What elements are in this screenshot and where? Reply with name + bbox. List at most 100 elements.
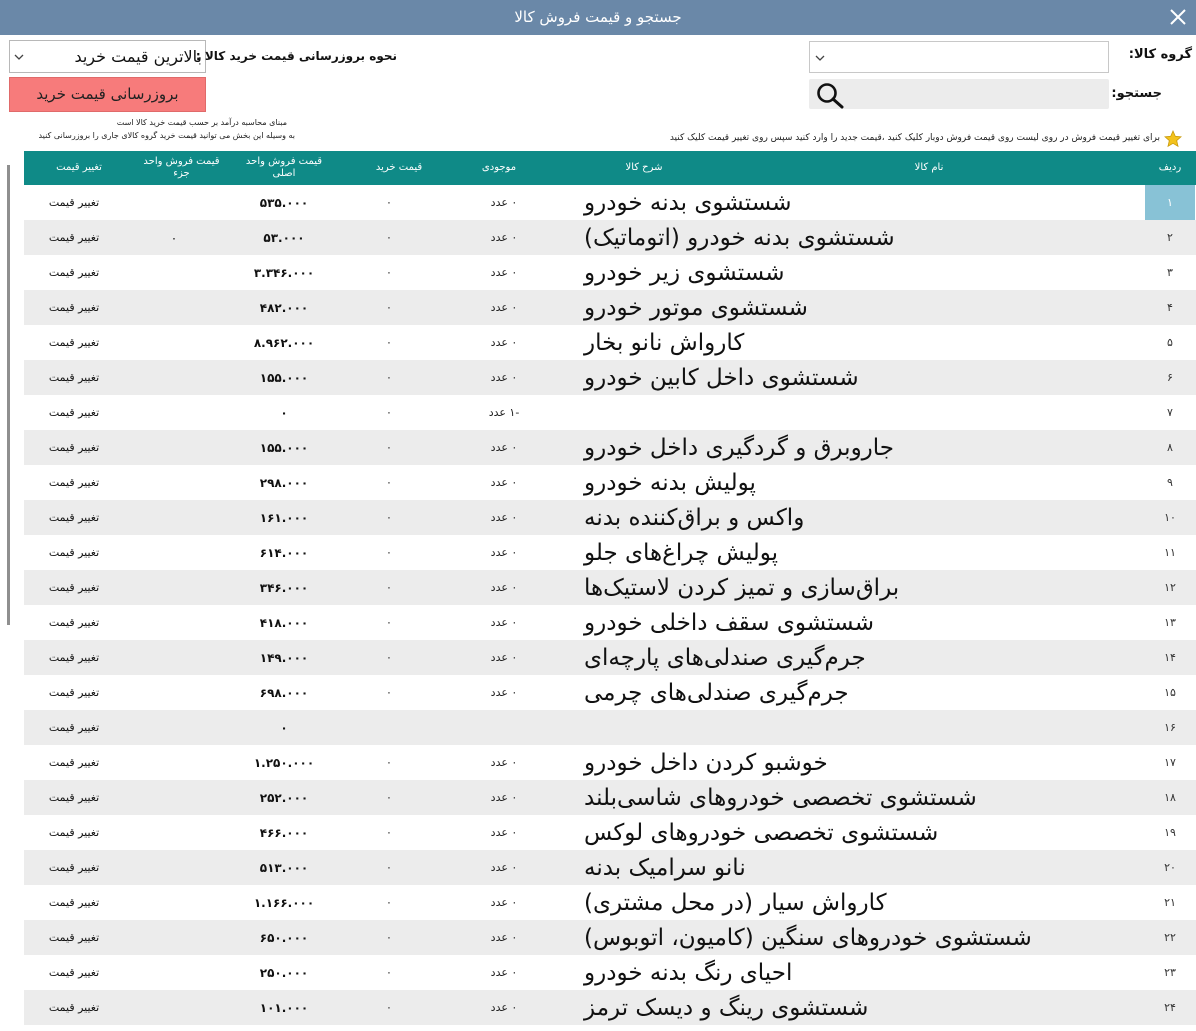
- part-price-cell[interactable]: [124, 605, 224, 640]
- change-price-button[interactable]: تغییر قیمت: [24, 745, 124, 780]
- scrollbar[interactable]: [7, 165, 10, 625]
- sell-price-cell[interactable]: ۲۵۲.۰۰۰: [229, 780, 339, 815]
- table-row[interactable]: ۲۱ کارواش سیار (در محل مشتری) ۰ عدد ۰ ۱.۱۶۶.…: [24, 885, 1196, 920]
- change-price-button[interactable]: تغییر قیمت: [24, 920, 124, 955]
- change-price-button[interactable]: تغییر قیمت: [24, 465, 124, 500]
- part-price-cell[interactable]: [124, 990, 224, 1025]
- table-row[interactable]: ۲۳ احیای رنگ بدنه خودرو ۰ عدد ۰ ۲۵۰.۰۰۰ تغییر…: [24, 955, 1196, 990]
- part-price-cell[interactable]: [124, 185, 224, 220]
- part-price-cell[interactable]: [124, 500, 224, 535]
- sell-price-cell[interactable]: ۱.۲۵۰.۰۰۰: [229, 745, 339, 780]
- sell-price-cell[interactable]: ۴۸۲.۰۰۰: [229, 290, 339, 325]
- part-price-cell[interactable]: ۰: [124, 220, 224, 255]
- table-row[interactable]: ۱۴ جرم‌گیری صندلی‌های پارچه‌ای ۰ عدد ۰ ۱۴۹.۰…: [24, 640, 1196, 675]
- change-price-button[interactable]: تغییر قیمت: [24, 675, 124, 710]
- table-row[interactable]: ۱۲ براق‌سازی و تمیز کردن لاستیک‌ها ۰ عدد ۰ ۳…: [24, 570, 1196, 605]
- table-row[interactable]: ۲۲ شستشوی خودروهای سنگین (کامیون، اتوبوس)…: [24, 920, 1196, 955]
- change-price-button[interactable]: تغییر قیمت: [24, 535, 124, 570]
- table-row[interactable]: ۱۷ خوشبو کردن داخل خودرو ۰ عدد ۰ ۱.۲۵۰.۰۰۰ تغ…: [24, 745, 1196, 780]
- table-row[interactable]: ۵ کارواش نانو بخار ۰ عدد ۰ ۸.۹۶۲.۰۰۰ تغییر قی…: [24, 325, 1196, 360]
- table-row[interactable]: ۲۰ نانو سرامیک بدنه ۰ عدد ۰ ۵۱۳.۰۰۰ تغییر قیم…: [24, 850, 1196, 885]
- table-row[interactable]: ۱۶ ۰ تغییر قیمت: [24, 710, 1196, 745]
- header-index[interactable]: ردیف: [1145, 151, 1195, 185]
- change-price-button[interactable]: تغییر قیمت: [24, 290, 124, 325]
- part-price-cell[interactable]: [124, 570, 224, 605]
- part-price-cell[interactable]: [124, 885, 224, 920]
- sell-price-cell[interactable]: ۱۵۵.۰۰۰: [229, 430, 339, 465]
- sell-price-cell[interactable]: ۶۵۰.۰۰۰: [229, 920, 339, 955]
- part-price-cell[interactable]: [124, 535, 224, 570]
- change-price-button[interactable]: تغییر قیمت: [24, 255, 124, 290]
- header-part-price[interactable]: قیمت فروش واحد جزء: [139, 151, 224, 185]
- sell-price-cell[interactable]: ۴۱۸.۰۰۰: [229, 605, 339, 640]
- part-price-cell[interactable]: [124, 290, 224, 325]
- sell-price-cell[interactable]: ۰: [229, 395, 339, 430]
- table-row[interactable]: ۹ پولیش بدنه خودرو ۰ عدد ۰ ۲۹۸.۰۰۰ تغییر قیمت: [24, 465, 1196, 500]
- table-row[interactable]: ۲ شستشوی بدنه خودرو (اتوماتیک) ۰ عدد ۰ ۵۳.۰۰…: [24, 220, 1196, 255]
- part-price-cell[interactable]: [124, 325, 224, 360]
- change-price-button[interactable]: تغییر قیمت: [24, 570, 124, 605]
- table-row[interactable]: ۸ جاروبرق و گردگیری داخل خودرو ۰ عدد ۰ ۱۵۵.۰…: [24, 430, 1196, 465]
- sell-price-cell[interactable]: ۶۱۴.۰۰۰: [229, 535, 339, 570]
- part-price-cell[interactable]: [124, 465, 224, 500]
- close-icon[interactable]: [1166, 5, 1190, 29]
- change-price-button[interactable]: تغییر قیمت: [24, 955, 124, 990]
- change-price-button[interactable]: تغییر قیمت: [24, 185, 124, 220]
- change-price-button[interactable]: تغییر قیمت: [24, 885, 124, 920]
- part-price-cell[interactable]: [124, 675, 224, 710]
- table-row[interactable]: ۳ شستشوی زیر خودرو ۰ عدد ۰ ۳.۳۴۶.۰۰۰ تغییر قی…: [24, 255, 1196, 290]
- table-row[interactable]: ۱ شستشوی بدنه خودرو ۰ عدد ۰ ۵۳۵.۰۰۰ تغییر قیم…: [24, 185, 1196, 220]
- part-price-cell[interactable]: [124, 255, 224, 290]
- part-price-cell[interactable]: [124, 850, 224, 885]
- table-row[interactable]: ۱۰ واکس و براق‌کننده بدنه ۰ عدد ۰ ۱۶۱.۰۰۰ تغی…: [24, 500, 1196, 535]
- part-price-cell[interactable]: [124, 920, 224, 955]
- part-price-cell[interactable]: [124, 815, 224, 850]
- sell-price-cell[interactable]: ۳.۳۴۶.۰۰۰: [229, 255, 339, 290]
- sell-price-cell[interactable]: ۵۳.۰۰۰: [229, 220, 339, 255]
- change-price-button[interactable]: تغییر قیمت: [24, 220, 124, 255]
- change-price-button[interactable]: تغییر قیمت: [24, 710, 124, 745]
- table-row[interactable]: ۶ شستشوی داخل کابین خودرو ۰ عدد ۰ ۱۵۵.۰۰۰ تغی…: [24, 360, 1196, 395]
- change-price-button[interactable]: تغییر قیمت: [24, 780, 124, 815]
- sell-price-cell[interactable]: ۲۹۸.۰۰۰: [229, 465, 339, 500]
- part-price-cell[interactable]: [124, 780, 224, 815]
- change-price-button[interactable]: تغییر قیمت: [24, 850, 124, 885]
- sell-price-cell[interactable]: ۶۹۸.۰۰۰: [229, 675, 339, 710]
- sell-price-cell[interactable]: ۱۰۱.۰۰۰: [229, 990, 339, 1025]
- product-group-select[interactable]: [809, 41, 1109, 73]
- update-method-select[interactable]: بالاترین قیمت خرید: [9, 40, 206, 73]
- part-price-cell[interactable]: [124, 395, 224, 430]
- change-price-button[interactable]: تغییر قیمت: [24, 395, 124, 430]
- sell-price-cell[interactable]: ۲۵۰.۰۰۰: [229, 955, 339, 990]
- sell-price-cell[interactable]: ۱.۱۶۶.۰۰۰: [229, 885, 339, 920]
- part-price-cell[interactable]: [124, 640, 224, 675]
- sell-price-cell[interactable]: ۴۶۶.۰۰۰: [229, 815, 339, 850]
- header-stock[interactable]: موجودی: [454, 151, 544, 185]
- header-desc[interactable]: شرح کالا: [584, 151, 704, 185]
- change-price-button[interactable]: تغییر قیمت: [24, 640, 124, 675]
- part-price-cell[interactable]: [124, 430, 224, 465]
- sell-price-cell[interactable]: ۵۳۵.۰۰۰: [229, 185, 339, 220]
- part-price-cell[interactable]: [124, 710, 224, 745]
- change-price-button[interactable]: تغییر قیمت: [24, 500, 124, 535]
- change-price-button[interactable]: تغییر قیمت: [24, 990, 124, 1025]
- change-price-button[interactable]: تغییر قیمت: [24, 815, 124, 850]
- table-row[interactable]: ۱۳ شستشوی سقف داخلی خودرو ۰ عدد ۰ ۴۱۸.۰۰۰ تغی…: [24, 605, 1196, 640]
- table-row[interactable]: ۱۵ جرم‌گیری صندلی‌های چرمی ۰ عدد ۰ ۶۹۸.۰۰۰ تغ…: [24, 675, 1196, 710]
- table-row[interactable]: ۷ -۱ عدد ۰ ۰ تغییر قیمت: [24, 395, 1196, 430]
- sell-price-cell[interactable]: ۵۱۳.۰۰۰: [229, 850, 339, 885]
- sell-price-cell[interactable]: ۸.۹۶۲.۰۰۰: [229, 325, 339, 360]
- sell-price-cell[interactable]: ۳۴۶.۰۰۰: [229, 570, 339, 605]
- table-row[interactable]: ۲۴ شستشوی رینگ و دیسک ترمز ۰ عدد ۰ ۱۰۱.۰۰۰ تغ…: [24, 990, 1196, 1025]
- sell-price-cell[interactable]: ۱۴۹.۰۰۰: [229, 640, 339, 675]
- table-row[interactable]: ۴ شستشوی موتور خودرو ۰ عدد ۰ ۴۸۲.۰۰۰ تغییر قی…: [24, 290, 1196, 325]
- change-price-button[interactable]: تغییر قیمت: [24, 605, 124, 640]
- header-sell-price[interactable]: قیمت فروش واحد اصلی: [239, 151, 329, 185]
- header-buy-price[interactable]: قیمت خرید: [349, 151, 449, 185]
- change-price-button[interactable]: تغییر قیمت: [24, 430, 124, 465]
- change-price-button[interactable]: تغییر قیمت: [24, 360, 124, 395]
- sell-price-cell[interactable]: ۰: [229, 710, 339, 745]
- header-name[interactable]: نام کالا: [804, 151, 1054, 185]
- part-price-cell[interactable]: [124, 955, 224, 990]
- sell-price-cell[interactable]: ۱۶۱.۰۰۰: [229, 500, 339, 535]
